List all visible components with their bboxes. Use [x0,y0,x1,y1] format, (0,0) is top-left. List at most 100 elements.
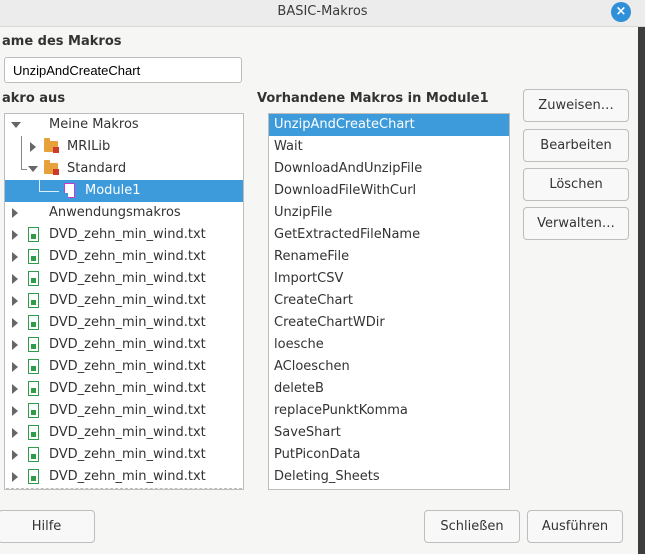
tree-item-document[interactable]: DVD_zehn_min_wind.txt [5,356,243,378]
macro-list-item[interactable]: PutPiconData [269,444,509,466]
macro-list-item[interactable]: ACloeschen [269,356,509,378]
chevron-right-icon[interactable] [12,384,18,394]
chevron-right-icon[interactable] [12,252,18,262]
tree-item-meine-makros[interactable]: Meine Makros [5,114,243,136]
tree-item-document[interactable]: DVD_zehn_min_wind.txt [5,224,243,246]
tree-item-label: MRILib [67,139,111,154]
tree-item-document[interactable]: DVD_zehn_min_wind.txt [5,466,243,488]
chevron-right-icon[interactable] [12,318,18,328]
tree-item-document[interactable]: DVD_zehn_min_wind.txt [5,312,243,334]
macro-list-item[interactable]: Wait [269,136,509,158]
spreadsheet-document-icon [28,447,39,462]
macro-list-item[interactable]: UnzipAndCreateChart [269,114,509,136]
chevron-right-icon[interactable] [12,274,18,284]
tree-item-label: DVD_zehn_min_wind.txt [49,359,206,374]
tree-item-mrilib[interactable]: MRILib [5,136,243,158]
chevron-down-icon[interactable] [28,166,38,172]
manage-button[interactable]: Verwalten… [523,207,629,240]
help-button[interactable]: Hilfe [0,510,95,543]
tree-item-label: Anwendungsmakros [49,205,181,220]
tree-item-document[interactable]: DVD_zehn_min_wind.txt [5,246,243,268]
macro-list-item[interactable]: GetExtractedFileName [269,224,509,246]
macro-name-input[interactable] [4,57,242,83]
macro-library-tree[interactable]: Meine Makros MRILib Standard Module1 Anw… [4,113,244,490]
tree-item-document[interactable]: DVD_zehn_min_wind.txt [5,444,243,466]
macro-list-item[interactable]: DownloadFileWithCurl [269,180,509,202]
existing-macros-label: Vorhandene Makros in Module1 [257,91,489,106]
tree-item-document[interactable]: DVD_zehn_min_wind.txt [5,378,243,400]
macro-list-item-label: DownloadFileWithCurl [274,183,417,198]
macro-list-item[interactable]: SaveShart [269,422,509,444]
delete-button[interactable]: Löschen [523,168,629,201]
tree-item-label: Module1 [85,183,141,198]
tree-item-label: DVD_zehn_min_wind.txt [49,227,206,242]
macro-list-item[interactable]: UnzipFile [269,202,509,224]
chevron-right-icon[interactable] [12,362,18,372]
chevron-right-icon[interactable] [12,428,18,438]
tree-item-label: DVD_zehn_min_wind.txt [49,249,206,264]
spreadsheet-document-icon [28,381,39,396]
tree-item-document[interactable]: DVD_zehn_min_wind.txt [5,290,243,312]
chevron-right-icon[interactable] [12,406,18,416]
tree-item-document[interactable]: DVD_zehn_min_wind.txt [5,400,243,422]
existing-macros-list[interactable]: UnzipAndCreateChart Wait DownloadAndUnzi… [268,113,510,490]
tree-item-module1[interactable]: Module1 [5,180,243,202]
spreadsheet-document-icon [28,249,39,264]
chevron-right-icon[interactable] [12,340,18,350]
macro-from-label: akro aus [2,91,66,106]
close-icon[interactable]: × [611,2,631,22]
tree-guide-line [39,191,59,192]
macro-list-item-label: ACloeschen [274,359,350,374]
chevron-right-icon[interactable] [12,450,18,460]
window-edge [638,27,645,554]
macro-list-item[interactable]: DownloadAndUnzipFile [269,158,509,180]
macro-list-item-label: CreateChartWDir [274,315,385,330]
close-button[interactable]: Schließen [424,510,520,543]
run-button[interactable]: Ausführen [527,510,623,543]
tree-item-document[interactable]: DVD_zehn_min_wind.txt [5,268,243,290]
macro-list-item-label: deleteB [274,381,324,396]
tree-guide-line [39,180,40,191]
tree-item-label: DVD_zehn_min_wind.txt [49,469,206,484]
module-icon [62,183,75,199]
chevron-right-icon[interactable] [12,296,18,306]
macro-list-item[interactable]: CreateChart [269,290,509,312]
spreadsheet-document-icon [28,315,39,330]
tree-item-label: DVD_zehn_min_wind.txt [49,293,206,308]
chevron-right-icon[interactable] [12,208,18,218]
library-folder-icon [44,160,59,175]
macro-list-item-label: loesche [274,337,324,352]
tree-item-standard[interactable]: Standard [5,158,243,180]
spreadsheet-document-icon [28,227,39,242]
chevron-right-icon[interactable] [12,472,18,482]
macro-list-item-label: CreateChart [274,293,353,308]
macro-list-item-label: GetExtractedFileName [274,227,421,242]
macro-list-item[interactable]: deleteB [269,378,509,400]
chevron-right-icon[interactable] [12,230,18,240]
macro-list-item-label: PutPiconData [274,447,361,462]
macro-list-item[interactable]: RenameFile [269,246,509,268]
macro-list-item-label: Deleting_Sheets [274,469,380,484]
macro-list-item[interactable]: replacePunktKomma [269,400,509,422]
chevron-down-icon[interactable] [11,122,21,128]
tree-item-label: DVD_zehn_min_wind.txt [49,271,206,286]
tree-item-anwendungsmakros[interactable]: Anwendungsmakros [5,202,243,224]
tree-item-document[interactable]: DVD_zehn_min_wind.txt [5,334,243,356]
spreadsheet-document-icon [28,271,39,286]
spreadsheet-document-icon [28,469,39,484]
macro-list-item[interactable]: CreateChartWDir [269,312,509,334]
macro-list-item[interactable]: ImportCSV [269,268,509,290]
tree-item-label: DVD_zehn_min_wind.txt [49,381,206,396]
tree-item-label: DVD_zehn_min_wind.txt [49,425,206,440]
macro-list-item[interactable]: loesche [269,334,509,356]
assign-button[interactable]: Zuweisen… [523,89,629,122]
edit-button[interactable]: Bearbeiten [523,129,629,162]
tree-item-label: DVD_zehn_min_wind.txt [49,315,206,330]
macro-list-item-label: replacePunktKomma [274,403,408,418]
macro-list-item[interactable]: Deleting_Sheets [269,466,509,488]
chevron-right-icon[interactable] [30,142,36,152]
spreadsheet-document-icon [28,337,39,352]
macro-name-label: ame des Makros [2,34,122,49]
tree-item-document[interactable]: DVD_zehn_min_wind.txt [5,422,243,444]
window-title: BASIC-Makros [277,4,368,19]
